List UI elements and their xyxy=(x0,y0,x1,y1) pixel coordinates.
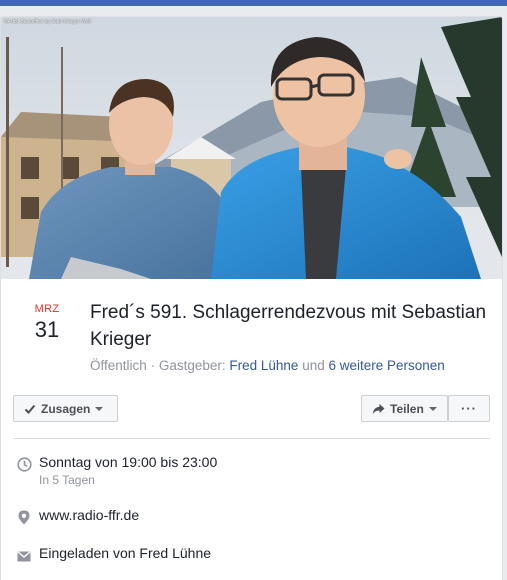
going-button-label: Zusagen xyxy=(41,401,91,416)
host-link[interactable]: Fred Lühne xyxy=(229,358,298,373)
event-title: Fred´s 591. Schlagerrendezvous mit Sebas… xyxy=(90,302,487,350)
event-day: 31 xyxy=(34,317,60,342)
chevron-down-icon xyxy=(95,406,104,411)
invited-by-row[interactable]: Eingeladen von Fred Lühne xyxy=(13,545,490,569)
invited-by-text: Eingeladen von Fred Lühne xyxy=(39,545,212,561)
event-website-link[interactable]: www.radio-ffr.de xyxy=(39,507,139,523)
other-hosts-link[interactable]: 6 weitere Personen xyxy=(329,358,445,373)
and-word: und xyxy=(302,358,325,373)
event-meta: Öffentlich · Gastgeber: Fred Lühne und 6… xyxy=(90,358,445,373)
privacy-label: Öffentlich xyxy=(90,358,147,373)
event-time-text: Sonntag von 19:00 bis 23:00 xyxy=(39,454,218,470)
event-relative-time: In 5 Tagen xyxy=(39,473,95,487)
share-arrow-icon xyxy=(372,403,385,415)
location-pin-icon xyxy=(16,509,32,525)
photo-credit: ©Artist Backoffice by Gabi Krieger-Wolf xyxy=(4,19,92,25)
share-button[interactable]: Teilen xyxy=(361,395,448,422)
envelope-icon xyxy=(16,548,32,564)
cover-photo-image xyxy=(1,17,502,279)
event-month: MRZ xyxy=(34,303,60,315)
separator-dot: · xyxy=(150,358,159,373)
share-button-label: Teilen xyxy=(390,401,424,416)
going-button[interactable]: Zusagen xyxy=(13,395,118,422)
more-options-label: ··· xyxy=(461,401,477,416)
host-prefix: Gastgeber: xyxy=(158,358,226,373)
chevron-down-icon xyxy=(428,406,437,411)
section-divider xyxy=(13,438,490,439)
event-card: ©Artist Backoffice by Gabi Krieger-Wolf … xyxy=(0,16,503,580)
check-icon xyxy=(24,403,36,415)
clock-icon xyxy=(16,456,32,472)
top-navigation-bar xyxy=(0,0,507,6)
event-cover-photo[interactable]: ©Artist Backoffice by Gabi Krieger-Wolf xyxy=(1,17,502,279)
event-time-row[interactable]: Sonntag von 19:00 bis 23:00 In 5 Tagen xyxy=(13,454,490,494)
event-website-row[interactable]: www.radio-ffr.de xyxy=(13,507,490,531)
event-date-badge: MRZ 31 xyxy=(27,303,67,343)
more-options-button[interactable]: ··· xyxy=(448,395,490,422)
